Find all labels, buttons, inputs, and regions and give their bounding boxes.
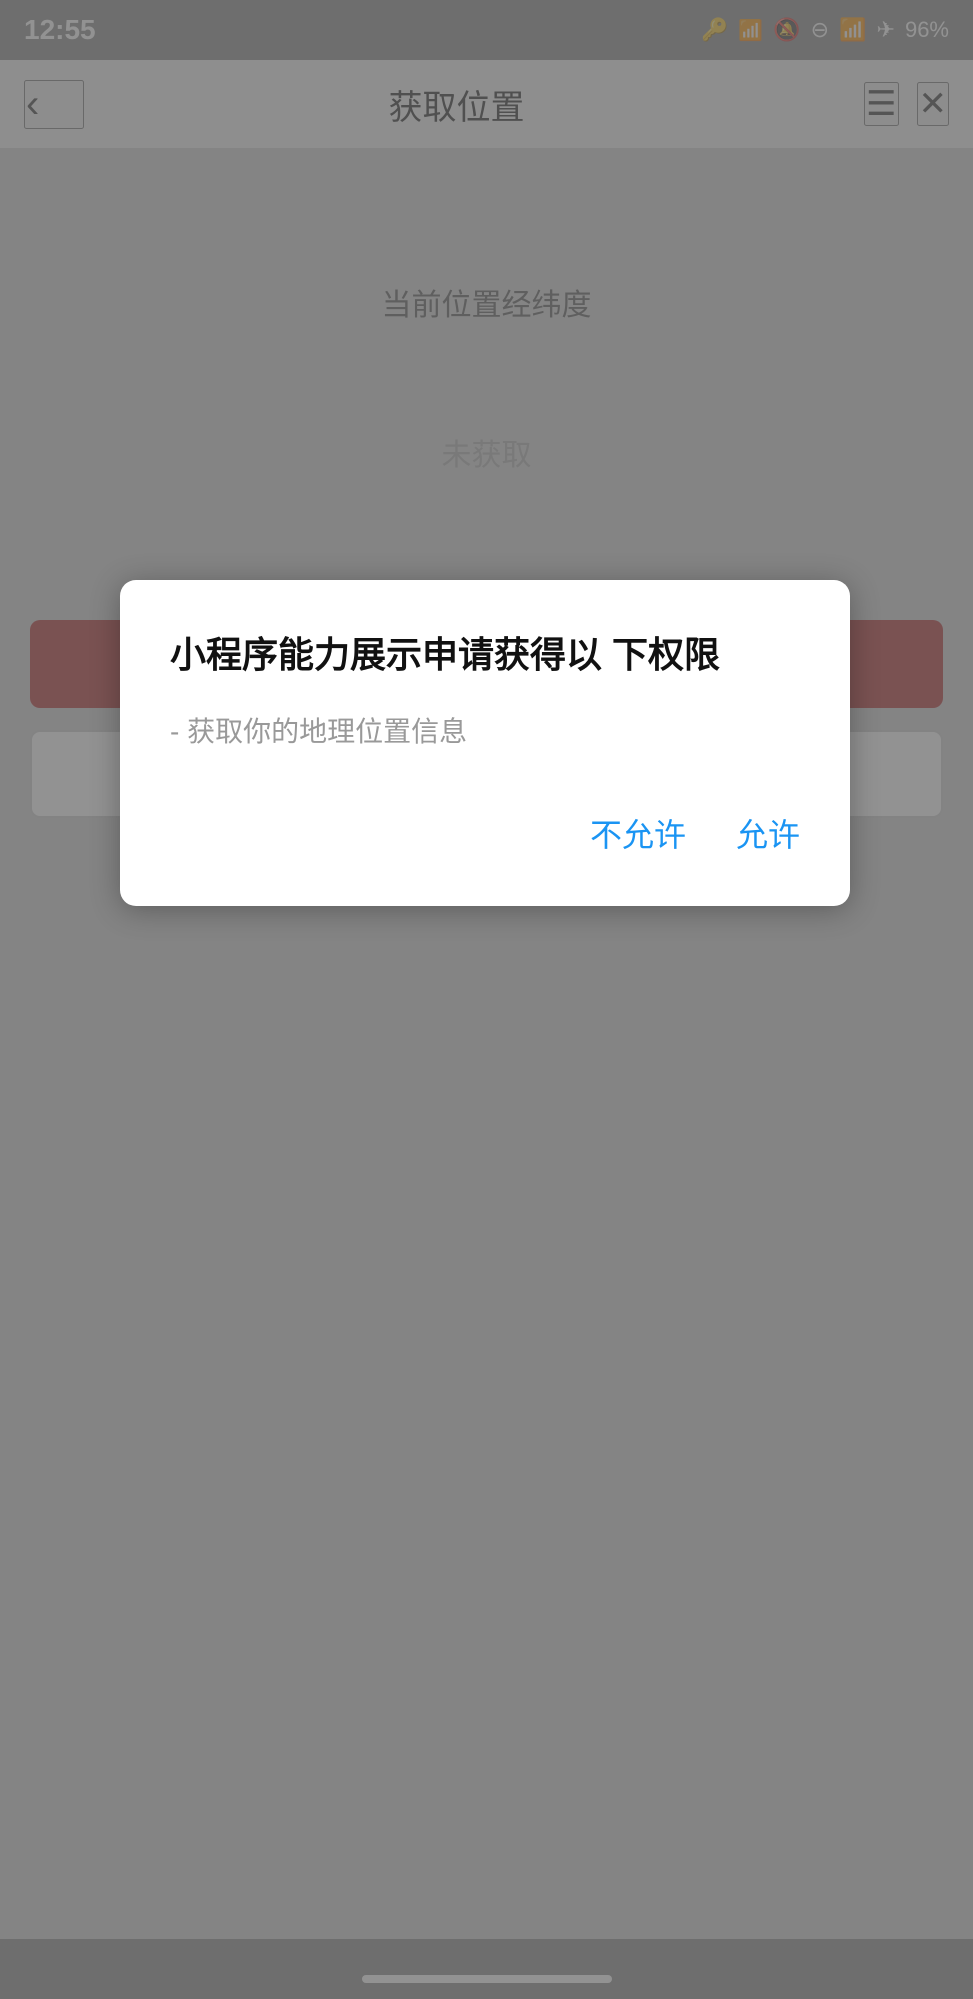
permission-dialog: 小程序能力展示申请获得以 下权限 - 获取你的地理位置信息 不允许 允许 [120, 580, 850, 906]
dialog-button-row: 不允许 允许 [170, 800, 800, 866]
dialog-title: 小程序能力展示申请获得以 下权限 [170, 630, 800, 680]
dialog-permission-text: - 获取你的地理位置信息 [170, 710, 800, 750]
dialog-overlay [0, 0, 973, 1999]
allow-button[interactable]: 允许 [736, 800, 800, 866]
deny-button[interactable]: 不允许 [590, 800, 686, 866]
